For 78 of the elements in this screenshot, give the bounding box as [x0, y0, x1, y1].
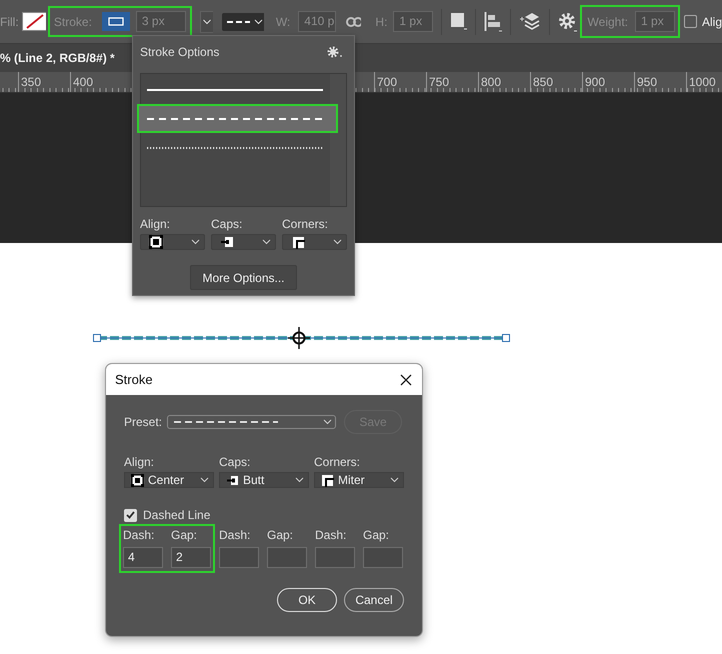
dash-label: Dash: [123, 528, 156, 542]
ruler-label: 900 [582, 72, 634, 92]
line-preview-icon [147, 86, 323, 92]
ok-button[interactable]: OK [277, 588, 337, 612]
caret-icon [390, 477, 399, 483]
dashed-line-icon [174, 420, 278, 424]
dash-field[interactable] [315, 547, 355, 568]
dropdown[interactable] [211, 234, 276, 250]
settings-icon[interactable] [327, 46, 343, 58]
gap-field[interactable] [363, 547, 403, 568]
cancel-button[interactable]: Cancel [344, 588, 404, 612]
corners-icon [321, 474, 334, 486]
gap-field[interactable] [267, 547, 307, 568]
more-options-button[interactable]: More Options... [190, 265, 297, 290]
field-label: Align: [140, 217, 172, 231]
corners-icon [291, 235, 305, 249]
width-label: W: [276, 14, 290, 28]
caret-icon[interactable] [200, 10, 213, 32]
line-style-dropdown[interactable] [222, 12, 264, 30]
line-preview-icon [147, 144, 323, 150]
dialog-title: Stroke [115, 372, 153, 387]
dash-field[interactable]: 4 [123, 547, 163, 568]
ruler-label: 400 [70, 72, 122, 92]
caret-icon [323, 419, 332, 425]
ruler-label: 700 [374, 72, 426, 92]
align-icon[interactable] [484, 12, 502, 32]
ruler-label: 350 [18, 72, 70, 92]
preset-label: Preset: [124, 415, 162, 429]
checkbox[interactable] [684, 15, 698, 28]
caret-icon [200, 477, 209, 483]
stroke-swatch-icon[interactable] [102, 12, 130, 31]
stroke-label: Stroke: [54, 14, 92, 28]
field-label: Corners: [282, 217, 330, 231]
height-label: H: [375, 14, 388, 28]
caps-icon [226, 474, 239, 486]
gap-label: Gap: [171, 528, 198, 542]
field-label: Caps: [211, 217, 244, 231]
caret-icon [295, 477, 304, 483]
dash-field[interactable] [219, 547, 259, 568]
dropdown[interactable]: Miter [314, 472, 404, 488]
dashed-line-label: Dashed Line [143, 508, 210, 522]
caret-icon [191, 239, 200, 245]
caret-icon [333, 239, 342, 245]
link-icon[interactable] [346, 16, 362, 28]
ruler-label: 1000 [686, 72, 722, 92]
align-icon [131, 474, 144, 486]
align-label: Alig [702, 14, 722, 28]
document-tab[interactable]: % (Line 2, RGB/8#) * [0, 51, 115, 65]
dropdown[interactable] [282, 234, 347, 250]
preset-dropdown[interactable] [167, 415, 336, 429]
layers-icon[interactable] [518, 10, 541, 32]
line-preview-icon [147, 116, 323, 122]
weight-label: Weight: [588, 14, 628, 28]
caps-icon [220, 235, 234, 249]
dash-label: Dash: [219, 528, 252, 542]
gap-field[interactable]: 2 [171, 547, 211, 568]
panel-title: Stroke Options [140, 45, 220, 59]
field-label: Caps: [219, 455, 252, 469]
field-label: Corners: [314, 455, 362, 469]
dropdown[interactable]: Center [124, 472, 214, 488]
square-icon[interactable] [450, 12, 467, 31]
stroke-style-item[interactable] [137, 104, 338, 133]
ruler-label: 750 [426, 72, 478, 92]
field-label: Align: [124, 455, 156, 469]
close-icon[interactable] [400, 374, 412, 386]
caret-icon [262, 239, 271, 245]
ruler-label: 850 [530, 72, 582, 92]
dropdown[interactable]: Butt [219, 472, 309, 488]
gap-label: Gap: [363, 528, 390, 542]
ruler-label: 800 [478, 72, 530, 92]
settings-icon[interactable] [558, 12, 578, 32]
align-icon [149, 235, 163, 249]
dropdown[interactable] [140, 234, 205, 250]
dash-label: Dash: [315, 528, 348, 542]
gap-label: Gap: [267, 528, 294, 542]
fill-label: Fill: [0, 14, 20, 28]
ruler-label: 950 [634, 72, 686, 92]
fill-swatch-icon[interactable] [22, 12, 46, 31]
